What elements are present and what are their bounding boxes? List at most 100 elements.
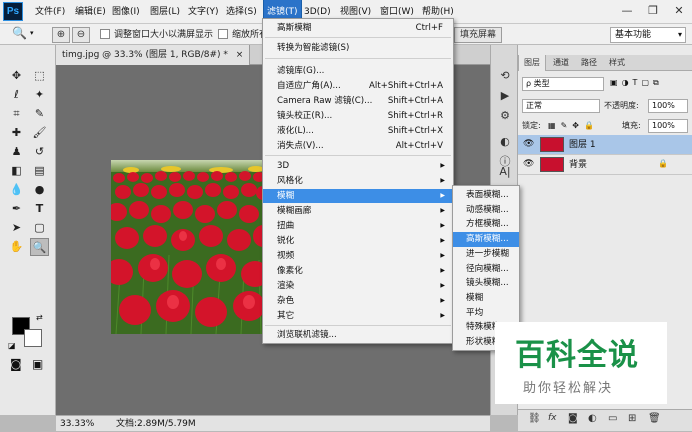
menu-item-adaptive-wide[interactable]: 自适应广角(A)... Alt+Shift+Ctrl+A xyxy=(263,79,453,93)
tab-layers[interactable]: 图层 xyxy=(518,55,546,71)
chevron-down-icon[interactable]: ▾ xyxy=(30,29,34,37)
text-panel-icon[interactable]: A| xyxy=(495,163,515,181)
layer-row[interactable]: 👁 背景 🔒 xyxy=(518,155,692,175)
zoom-level[interactable]: 33.33% xyxy=(60,416,94,432)
brush-tool-icon[interactable]: 🖌 xyxy=(30,124,49,142)
hand-tool-icon[interactable]: ✋ xyxy=(7,238,26,256)
eye-icon[interactable]: 👁 xyxy=(523,159,534,169)
eye-icon[interactable]: 👁 xyxy=(523,139,534,149)
filter-smart-icon[interactable]: ⧉ xyxy=(653,78,659,88)
move-tool-icon[interactable]: ✥ xyxy=(7,67,26,85)
zoom-in-icon[interactable]: ⊕ xyxy=(52,27,70,43)
close-icon[interactable]: ✕ xyxy=(666,0,692,24)
menu-item-browse-online[interactable]: 浏览联机滤镜... xyxy=(263,328,453,342)
submenu-item-average[interactable]: 平均 xyxy=(453,306,519,321)
submenu-item-blur-more[interactable]: 进一步模糊 xyxy=(453,247,519,262)
opacity-field[interactable]: 100% xyxy=(648,99,688,113)
submenu-item-radial-blur[interactable]: 径向模糊... xyxy=(453,262,519,277)
menu-item-distort[interactable]: 扭曲 ▶ xyxy=(263,219,453,233)
quick-mask-icon[interactable]: ◙ xyxy=(10,357,22,371)
tab-styles[interactable]: 样式 xyxy=(604,55,630,71)
tulip-photo[interactable] xyxy=(111,160,265,334)
menu-item-lens-correction[interactable]: 镜头校正(R)... Shift+Ctrl+R xyxy=(263,109,453,123)
eyedropper-icon[interactable]: ✎ xyxy=(30,105,49,123)
menu-layer[interactable]: 图层(L) xyxy=(150,0,180,24)
menu-item-blur-gallery[interactable]: 模糊画廊 ▶ xyxy=(263,204,453,218)
filter-type-icon[interactable]: T xyxy=(633,78,638,88)
menu-image[interactable]: 图像(I) xyxy=(112,0,140,24)
new-layer-icon[interactable]: ⊞ xyxy=(628,413,636,424)
layer-row[interactable]: 👁 图层 1 xyxy=(518,135,692,155)
lock-pixels-icon[interactable]: ▦ xyxy=(548,119,556,133)
zoom-all-checkbox[interactable] xyxy=(218,29,228,39)
background-color-swatch[interactable] xyxy=(24,329,42,347)
menu-item-liquify[interactable]: 液化(L)... Shift+Ctrl+X xyxy=(263,124,453,138)
submenu-item-motion-blur[interactable]: 动感模糊... xyxy=(453,203,519,218)
menu-item-smart-filter[interactable]: 转换为智能滤镜(S) xyxy=(263,41,453,55)
history-brush-icon[interactable]: ↺ xyxy=(30,143,49,161)
menu-item-stylize[interactable]: 风格化 ▶ xyxy=(263,174,453,188)
submenu-item-blur[interactable]: 模糊 xyxy=(453,291,519,306)
menu-item-filter-gallery[interactable]: 滤镜库(G)... xyxy=(263,64,453,78)
lasso-tool-icon[interactable]: ℓ xyxy=(7,86,26,104)
pen-tool-icon[interactable]: ✒ xyxy=(7,200,26,218)
resize-windows-checkbox[interactable] xyxy=(100,29,110,39)
menu-item-video[interactable]: 视频 ▶ xyxy=(263,249,453,263)
submenu-item-lens-blur[interactable]: 镜头模糊... xyxy=(453,276,519,291)
menu-item-last-filter[interactable]: 高斯模糊 Ctrl+F xyxy=(263,21,453,35)
eraser-tool-icon[interactable]: ◧ xyxy=(7,162,26,180)
stamp-tool-icon[interactable]: ♟ xyxy=(7,143,26,161)
restore-icon[interactable]: ❐ xyxy=(640,0,666,24)
tab-paths[interactable]: 路径 xyxy=(576,55,602,71)
zoom-tool-icon[interactable]: 🔍 xyxy=(12,26,27,40)
link-icon[interactable]: ⛓ xyxy=(528,413,541,424)
default-colors-icon[interactable]: ◪ xyxy=(8,341,16,350)
menu-item-render[interactable]: 渲染 ▶ xyxy=(263,279,453,293)
document-tab[interactable]: timg.jpg @ 33.3% (图层 1, RGB/8#) * × xyxy=(56,45,251,65)
magic-wand-icon[interactable]: ✦ xyxy=(30,86,49,104)
tab-channels[interactable]: 通道 xyxy=(548,55,574,71)
workspace-select[interactable]: 基本功能 xyxy=(610,27,686,43)
trash-icon[interactable]: 🗑 xyxy=(648,413,661,424)
blend-mode-select[interactable]: 正常 xyxy=(522,99,600,113)
adjustment-icon[interactable]: ◐ xyxy=(588,413,597,424)
swap-colors-icon[interactable]: ⇄ xyxy=(36,313,43,322)
screen-mode-icon[interactable]: ▣ xyxy=(32,357,43,371)
actions-panel-icon[interactable]: ▶ xyxy=(495,87,515,105)
menu-item-camera-raw[interactable]: Camera Raw 滤镜(C)... Shift+Ctrl+A xyxy=(263,94,453,108)
shape-tool-icon[interactable]: ▢ xyxy=(30,219,49,237)
healing-brush-icon[interactable]: ✚ xyxy=(7,124,26,142)
menu-type[interactable]: 文字(Y) xyxy=(188,0,219,24)
fill-screen-button[interactable]: 填充屏幕 xyxy=(454,27,502,43)
properties-panel-icon[interactable]: ⚙ xyxy=(495,107,515,125)
menu-item-blur[interactable]: 模糊 ▶ xyxy=(263,189,453,203)
marquee-tool-icon[interactable]: ⬚ xyxy=(30,67,49,85)
close-tab-icon[interactable]: × xyxy=(236,50,244,60)
blur-tool-icon[interactable]: 💧 xyxy=(7,181,26,199)
fx-icon[interactable]: fx xyxy=(548,413,557,423)
mask-icon[interactable]: ◙ xyxy=(568,413,578,424)
menu-item-pixelate[interactable]: 像素化 ▶ xyxy=(263,264,453,278)
minimize-icon[interactable]: — xyxy=(614,0,640,24)
zoom-out-icon[interactable]: ⊖ xyxy=(72,27,90,43)
gradient-tool-icon[interactable]: ▤ xyxy=(30,162,49,180)
menu-file[interactable]: 文件(F) xyxy=(35,0,65,24)
filter-adjust-icon[interactable]: ◑ xyxy=(622,78,629,88)
submenu-item-box-blur[interactable]: 方框模糊... xyxy=(453,217,519,232)
crop-tool-icon[interactable]: ⌗ xyxy=(7,105,26,123)
type-tool-icon[interactable]: T xyxy=(30,200,49,218)
group-icon[interactable]: ▭ xyxy=(608,413,617,424)
menu-edit[interactable]: 编辑(E) xyxy=(75,0,106,24)
layer-filter-select[interactable]: ρ 类型 xyxy=(522,77,604,91)
submenu-item-surface-blur[interactable]: 表面模糊... xyxy=(453,188,519,203)
adjustments-panel-icon[interactable]: ◐ xyxy=(495,133,515,151)
history-panel-icon[interactable]: ⟲ xyxy=(495,67,515,85)
menu-item-other[interactable]: 其它 ▶ xyxy=(263,309,453,323)
filter-pixel-icon[interactable]: ▣ xyxy=(610,78,618,88)
menu-item-vanishing-point[interactable]: 消失点(V)... Alt+Ctrl+V xyxy=(263,139,453,153)
lock-paint-icon[interactable]: ✎ xyxy=(561,119,568,133)
lock-all-icon[interactable]: 🔒 xyxy=(584,119,594,133)
menu-item-sharpen[interactable]: 锐化 ▶ xyxy=(263,234,453,248)
dodge-tool-icon[interactable]: ● xyxy=(30,181,49,199)
zoom-tool-active-icon[interactable]: 🔍 xyxy=(30,238,49,256)
